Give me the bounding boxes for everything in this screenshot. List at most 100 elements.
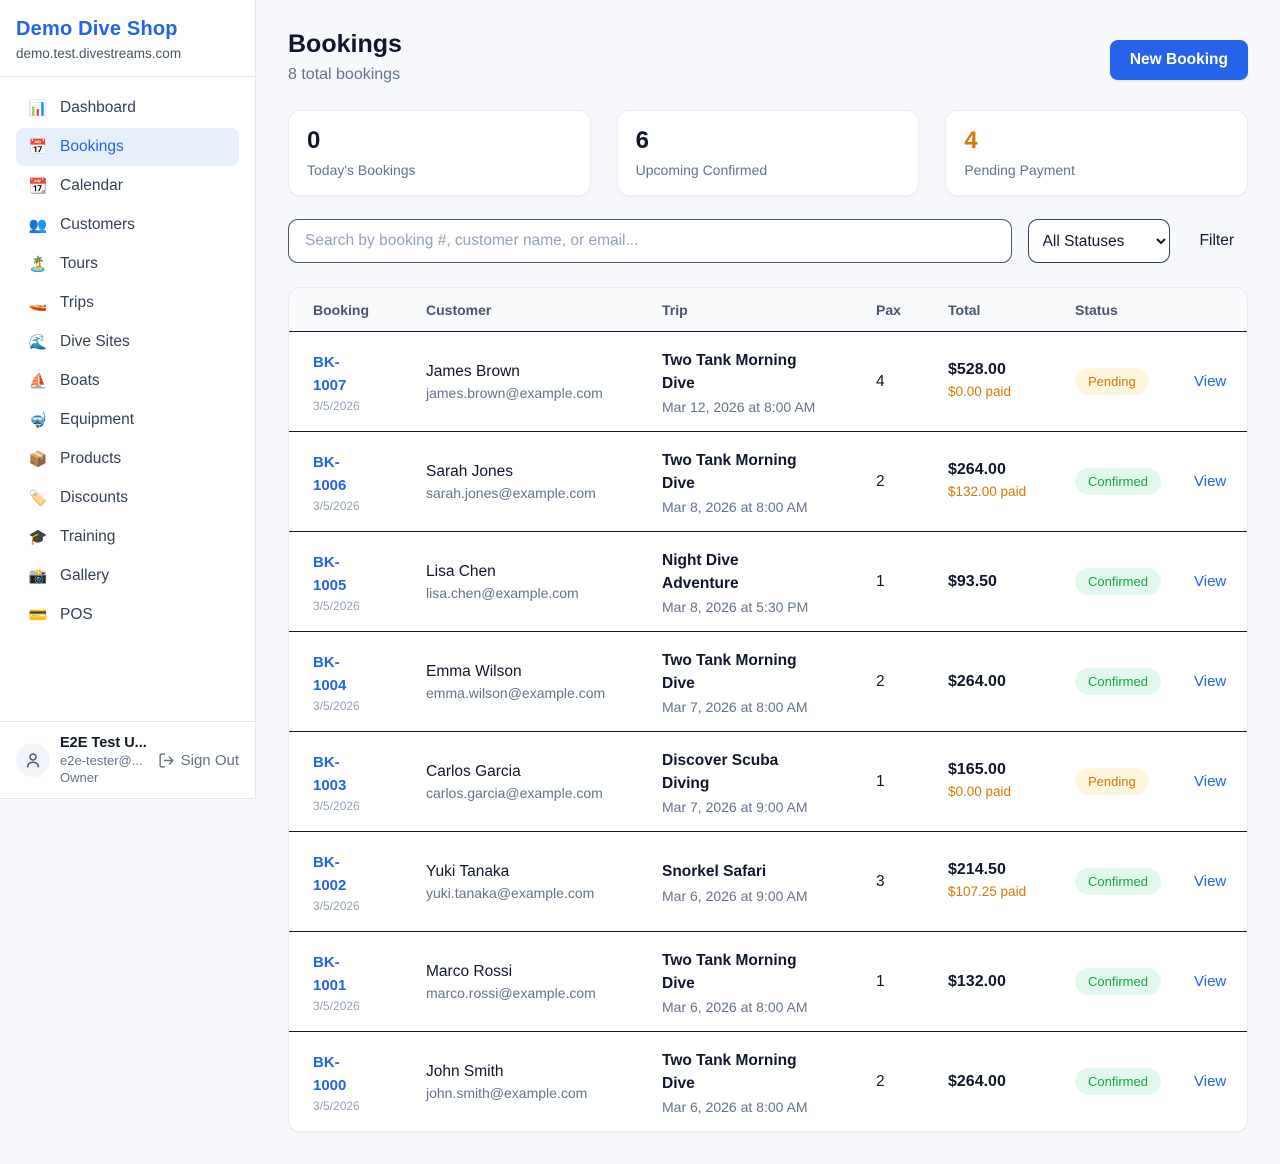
- booking-date: 3/5/2026: [313, 599, 412, 613]
- page-header: Bookings 8 total bookings New Booking: [288, 30, 1248, 84]
- trip-name: Two Tank Morning Dive: [662, 649, 817, 696]
- user-email: e2e-tester@...: [60, 753, 148, 768]
- island-icon: 🏝️: [28, 257, 48, 272]
- person-icon: [24, 751, 42, 769]
- booking-id-link[interactable]: BK-1004: [313, 651, 365, 698]
- stat-value: 6: [636, 128, 901, 154]
- view-link[interactable]: View: [1194, 573, 1226, 590]
- sidebar-item-gallery[interactable]: 📸Gallery: [16, 557, 239, 595]
- sidebar-item-tours[interactable]: 🏝️Tours: [16, 245, 239, 283]
- customer-email: emma.wilson@example.com: [426, 685, 648, 701]
- sidebar-item-calendar[interactable]: 📆 Calendar: [16, 167, 239, 205]
- trip-time: Mar 7, 2026 at 8:00 AM: [662, 699, 862, 715]
- sidebar-item-label: Equipment: [60, 411, 134, 429]
- trip-name: Two Tank Morning Dive: [662, 949, 817, 996]
- customer-email: marco.rossi@example.com: [426, 985, 648, 1001]
- avatar: [16, 743, 50, 777]
- sidebar-item-label: Bookings: [60, 138, 124, 156]
- sidebar-item-label: Discounts: [60, 489, 128, 507]
- status-badge: Confirmed: [1075, 668, 1161, 695]
- view-link[interactable]: View: [1194, 873, 1226, 890]
- people-icon: 👥: [28, 218, 48, 233]
- total-amount: $165.00: [948, 761, 1061, 779]
- sidebar-item-dive-sites[interactable]: 🌊Dive Sites: [16, 323, 239, 361]
- sidebar-item-bookings[interactable]: 📅 Bookings: [16, 128, 239, 166]
- calendar-icon: 📅: [28, 140, 48, 155]
- shop-name[interactable]: Demo Dive Shop: [16, 18, 239, 41]
- status-badge: Confirmed: [1075, 468, 1161, 495]
- customer-name: Carlos Garcia: [426, 763, 648, 781]
- pax-count: 1: [876, 973, 948, 991]
- table-header-row: BookingCustomerTripPaxTotalStatus: [289, 288, 1247, 331]
- pax-count: 2: [876, 1073, 948, 1091]
- package-icon: 📦: [28, 452, 48, 467]
- trip-name: Discover Scuba Diving: [662, 749, 817, 796]
- trip-name: Night Dive Adventure: [662, 549, 817, 596]
- pax-count: 3: [876, 873, 948, 891]
- view-link[interactable]: View: [1194, 973, 1226, 990]
- sailboat-icon: ⛵: [28, 374, 48, 389]
- customer-email: yuki.tanaka@example.com: [426, 885, 648, 901]
- total-amount: $264.00: [948, 461, 1061, 479]
- sidebar-item-equipment[interactable]: 🤿Equipment: [16, 401, 239, 439]
- pax-count: 2: [876, 473, 948, 491]
- view-link[interactable]: View: [1194, 373, 1226, 390]
- camera-icon: 📸: [28, 569, 48, 584]
- view-link[interactable]: View: [1194, 473, 1226, 490]
- status-badge: Pending: [1075, 768, 1149, 795]
- view-link[interactable]: View: [1194, 1073, 1226, 1090]
- view-link[interactable]: View: [1194, 773, 1226, 790]
- table-row: BK-1000 3/5/2026 John Smith john.smith@e…: [289, 1031, 1247, 1131]
- filter-button[interactable]: Filter: [1186, 222, 1248, 260]
- pax-count: 1: [876, 773, 948, 791]
- booking-id-link[interactable]: BK-1005: [313, 551, 365, 598]
- booking-id-link[interactable]: BK-1000: [313, 1051, 365, 1098]
- status-badge: Confirmed: [1075, 568, 1161, 595]
- sidebar-item-pos[interactable]: 💳POS: [16, 596, 239, 634]
- sign-out-button[interactable]: Sign Out: [158, 752, 239, 769]
- sidebar-item-trips[interactable]: 🚤Trips: [16, 284, 239, 322]
- trip-time: Mar 6, 2026 at 8:00 AM: [662, 999, 862, 1015]
- sidebar-item-products[interactable]: 📦Products: [16, 440, 239, 478]
- sidebar-item-discounts[interactable]: 🏷️ Discounts: [16, 479, 239, 517]
- sidebar-item-boats[interactable]: ⛵ Boats: [16, 362, 239, 400]
- booking-id-link[interactable]: BK-1001: [313, 951, 365, 998]
- stat-value: 0: [307, 128, 572, 154]
- speedboat-icon: 🚤: [28, 296, 48, 311]
- trip-time: Mar 8, 2026 at 5:30 PM: [662, 599, 862, 615]
- booking-id-link[interactable]: BK-1002: [313, 851, 365, 898]
- booking-date: 3/5/2026: [313, 1099, 412, 1113]
- view-link[interactable]: View: [1194, 673, 1226, 690]
- sidebar-item-label: Calendar: [60, 177, 123, 195]
- sidebar-item-dashboard[interactable]: 📊Dashboard: [16, 89, 239, 127]
- booking-id-link[interactable]: BK-1007: [313, 351, 365, 398]
- booking-date: 3/5/2026: [313, 699, 412, 713]
- sidebar-item-training[interactable]: 🎓Training: [16, 518, 239, 556]
- booking-id-link[interactable]: BK-1003: [313, 751, 365, 798]
- column-header-total: Total: [948, 302, 1075, 318]
- sidebar-item-label: Dashboard: [60, 99, 136, 117]
- customer-name: Yuki Tanaka: [426, 863, 648, 881]
- total-amount: $264.00: [948, 1073, 1061, 1091]
- paid-amount: $0.00 paid: [948, 783, 1028, 802]
- sidebar-item-label: Boats: [60, 372, 100, 390]
- page-title: Bookings: [288, 30, 402, 59]
- trip-time: Mar 6, 2026 at 9:00 AM: [662, 888, 862, 904]
- label-tag-icon: 🏷️: [28, 491, 48, 506]
- stats-row: 0Today's Bookings6Upcoming Confirmed4Pen…: [288, 110, 1248, 196]
- customer-name: John Smith: [426, 1063, 648, 1081]
- user-info: E2E Test U... e2e-tester@... Owner: [60, 735, 148, 785]
- booking-id-link[interactable]: BK-1006: [313, 451, 365, 498]
- sidebar-item-label: Dive Sites: [60, 333, 130, 351]
- pax-count: 2: [876, 673, 948, 691]
- new-booking-button[interactable]: New Booking: [1110, 40, 1248, 80]
- sign-out-label: Sign Out: [181, 752, 239, 769]
- sidebar-item-customers[interactable]: 👥Customers: [16, 206, 239, 244]
- customer-email: sarah.jones@example.com: [426, 485, 648, 501]
- status-filter-select[interactable]: All Statuses: [1028, 219, 1170, 263]
- tearoff-calendar-icon: 📆: [28, 179, 48, 194]
- pax-count: 1: [876, 573, 948, 591]
- search-input[interactable]: [288, 219, 1012, 263]
- pax-count: 4: [876, 373, 948, 391]
- table-row: BK-1002 3/5/2026 Yuki Tanaka yuki.tanaka…: [289, 831, 1247, 931]
